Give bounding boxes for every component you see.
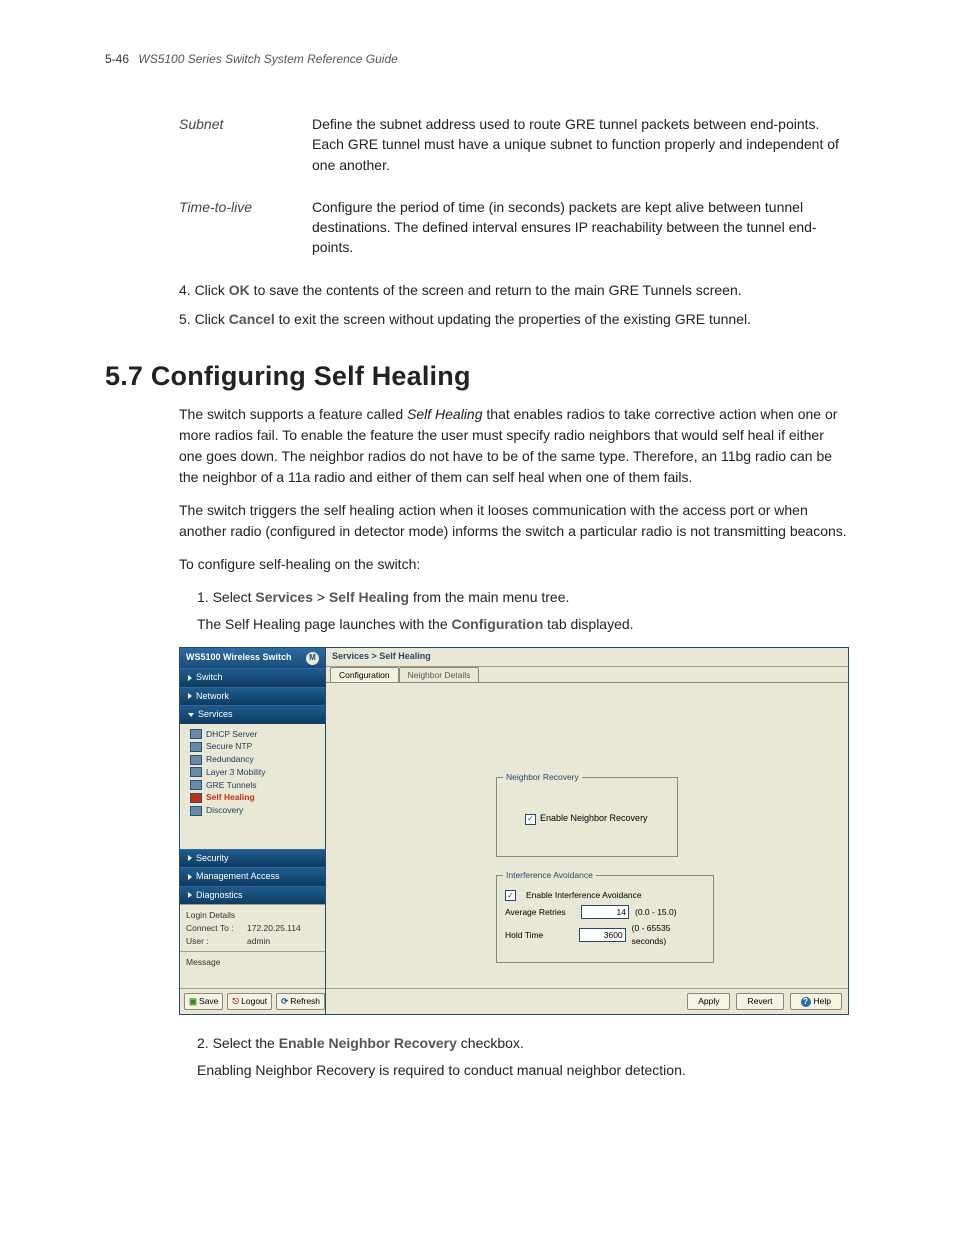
section-heading: 5.7 Configuring Self Healing [105, 361, 849, 392]
sidebar: WS5100 Wireless Switch M Switch Network … [180, 648, 326, 1014]
save-button[interactable]: ▣Save [184, 993, 223, 1010]
step-1: 1. Select Services > Self Healing from t… [197, 587, 849, 608]
definition-list: Subnet Define the subnet address used to… [179, 114, 849, 258]
login-host: 172.20.25.114 [247, 922, 301, 935]
neighbor-recovery-group: Neighbor Recovery ✓ Enable Neighbor Reco… [496, 777, 678, 857]
tunnel-icon [190, 780, 202, 790]
help-icon: ? [801, 997, 811, 1007]
def-term: Subnet [179, 114, 312, 175]
step-4: 4. Click OK to save the contents of the … [179, 280, 849, 302]
nav-services[interactable]: Services [180, 705, 325, 724]
chevron-right-icon [188, 874, 192, 880]
main-pane: Services > Self Healing Configuration Ne… [326, 648, 848, 1014]
page-number: 5-46 [105, 52, 129, 66]
tab-neighbor-details[interactable]: Neighbor Details [399, 667, 480, 683]
interference-avoidance-group: Interference Avoidance ✓ Enable Interfer… [496, 875, 714, 963]
refresh-button[interactable]: ⟳Refresh [276, 993, 325, 1010]
chevron-right-icon [188, 675, 192, 681]
server-icon [190, 729, 202, 739]
tree-l3mobility[interactable]: Layer 3 Mobility [190, 766, 321, 779]
self-healing-term: Self Healing [407, 406, 483, 422]
avg-retries-input[interactable]: 14 [581, 905, 629, 919]
hold-time-label: Hold Time [505, 929, 573, 942]
paragraph-2: The switch triggers the self healing act… [179, 500, 849, 542]
logout-icon: ⎋ [232, 995, 239, 1008]
heal-icon [190, 793, 202, 803]
checkbox-label: Enable Interference Avoidance [526, 889, 642, 902]
refresh-icon: ⟳ [281, 995, 288, 1008]
save-icon: ▣ [189, 995, 197, 1008]
tree-self-healing[interactable]: Self Healing [190, 791, 321, 804]
tab-configuration[interactable]: Configuration [330, 667, 399, 683]
login-title: Login Details [186, 909, 319, 922]
hold-time-range: (0 - 65535 seconds) [632, 922, 705, 948]
content-area: Neighbor Recovery ✓ Enable Neighbor Reco… [326, 682, 848, 988]
nav-mgmt[interactable]: Management Access [180, 867, 325, 886]
chevron-right-icon [188, 855, 192, 861]
avg-retries-label: Average Retries [505, 906, 575, 919]
page: 5-46 WS5100 Series Switch System Referen… [0, 0, 954, 1235]
doc-title: WS5100 Series Switch System Reference Gu… [138, 52, 397, 66]
sidebar-buttons: ▣Save ⎋Logout ⟳Refresh [180, 988, 325, 1014]
tab-bar: Configuration Neighbor Details [326, 667, 848, 683]
nav-network[interactable]: Network [180, 687, 325, 706]
def-term: Time-to-live [179, 197, 312, 258]
brand-text: WS5100 Wireless Switch [186, 651, 291, 665]
help-button[interactable]: ?Help [790, 993, 842, 1010]
chevron-right-icon [188, 892, 192, 898]
body-text: The switch supports a feature called Sel… [179, 404, 849, 1081]
login-user: admin [247, 935, 270, 948]
paragraph-1: The switch supports a feature called Sel… [179, 404, 849, 488]
tree-dhcp[interactable]: DHCP Server [190, 728, 321, 741]
logout-button[interactable]: ⎋Logout [227, 993, 272, 1010]
ok-keyword: OK [229, 282, 250, 298]
nav-diag[interactable]: Diagnostics [180, 886, 325, 905]
chevron-down-icon [188, 713, 194, 717]
login-panel: Login Details Connect To :172.20.25.114 … [180, 904, 325, 951]
group-legend: Neighbor Recovery [503, 771, 582, 784]
step-1-sub: The Self Healing page launches with the … [197, 614, 849, 635]
enable-neighbor-recovery-checkbox[interactable]: ✓ [525, 814, 536, 825]
def-desc: Configure the period of time (in seconds… [312, 197, 849, 258]
brand-bar: WS5100 Wireless Switch M [180, 648, 325, 668]
avg-retries-range: (0.0 - 15.0) [635, 906, 677, 919]
message-panel: Message [180, 951, 325, 988]
clock-icon [190, 742, 202, 752]
running-header: 5-46 WS5100 Series Switch System Referen… [105, 52, 849, 66]
chevron-right-icon [188, 693, 192, 699]
step-2-sub: Enabling Neighbor Recovery is required t… [197, 1060, 849, 1081]
step-5: 5. Click Cancel to exit the screen witho… [179, 309, 849, 331]
tree-gre[interactable]: GRE Tunnels [190, 779, 321, 792]
step-2: 2. Select the Enable Neighbor Recovery c… [197, 1033, 849, 1054]
checkbox-label: Enable Neighbor Recovery [540, 812, 648, 826]
breadcrumb: Services > Self Healing [326, 648, 848, 667]
discovery-icon [190, 806, 202, 816]
redundancy-icon [190, 755, 202, 765]
mobility-icon [190, 767, 202, 777]
group-legend: Interference Avoidance [503, 869, 596, 882]
nav-switch[interactable]: Switch [180, 668, 325, 687]
tree-discovery[interactable]: Discovery [190, 804, 321, 817]
step-list-a: 4. Click OK to save the contents of the … [179, 280, 849, 331]
nav-security[interactable]: Security [180, 849, 325, 868]
revert-button[interactable]: Revert [736, 993, 783, 1010]
def-ttl: Time-to-live Configure the period of tim… [179, 197, 849, 258]
tree-redundancy[interactable]: Redundancy [190, 753, 321, 766]
def-subnet: Subnet Define the subnet address used to… [179, 114, 849, 175]
cancel-keyword: Cancel [229, 311, 275, 327]
paragraph-3: To configure self-healing on the switch: [179, 554, 849, 575]
app-screenshot: WS5100 Wireless Switch M Switch Network … [179, 647, 849, 1015]
hold-time-input[interactable]: 3600 [579, 928, 626, 942]
services-subtree: DHCP Server Secure NTP Redundancy Layer … [180, 724, 325, 821]
action-bar: Apply Revert ?Help [326, 988, 848, 1014]
enable-interference-avoidance-checkbox[interactable]: ✓ [505, 890, 516, 901]
tree-ntp[interactable]: Secure NTP [190, 740, 321, 753]
apply-button[interactable]: Apply [687, 993, 730, 1010]
brand-logo-icon: M [306, 652, 319, 665]
def-desc: Define the subnet address used to route … [312, 114, 849, 175]
